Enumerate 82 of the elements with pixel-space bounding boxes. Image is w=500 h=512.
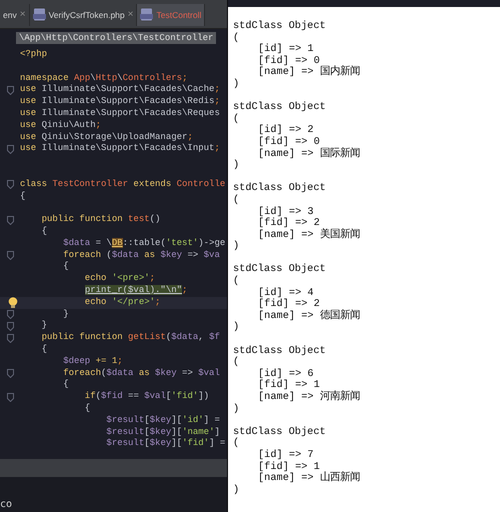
code-line: {	[40, 344, 48, 356]
output-line: )	[233, 322, 240, 334]
fold-icon[interactable]	[6, 368, 14, 378]
code-line: if($fid == $val['fid'])	[84, 391, 210, 403]
code-line: public function getList($data, $f	[40, 332, 220, 344]
code-line: foreach($data as $key => $val	[62, 368, 220, 380]
output-line: [id] => 7	[257, 450, 314, 462]
close-icon[interactable]: ×	[20, 9, 26, 20]
code-line: use Illuminate\Support\Facades\Cache;	[20, 84, 220, 96]
code-line: }	[62, 308, 69, 320]
close-icon[interactable]: ×	[128, 9, 134, 20]
php-file-icon	[140, 8, 154, 22]
output-line: [id] => 4	[257, 288, 314, 299]
output-line: (	[233, 357, 240, 369]
output-line: [name] => 美国新闻	[257, 230, 360, 242]
output-line: [name] => 国内新闻	[257, 67, 360, 79]
code-line: $result[$key]['fid'] =	[105, 438, 226, 450]
code-line: use Illuminate\Support\Facades\Input;	[20, 143, 220, 156]
output-line: [id] => 2	[257, 125, 314, 136]
output-line: )	[233, 160, 240, 172]
output-line: [fid] => 1	[257, 462, 320, 473]
output-line: )	[233, 241, 240, 253]
output-line: stdClass Object	[233, 102, 326, 114]
code-line: use Qiniu\Storage\UploadManager;	[20, 132, 193, 144]
code-line: {	[20, 190, 26, 202]
fold-icon[interactable]	[6, 392, 14, 402]
code-line: <?php	[20, 49, 48, 61]
editor-tab[interactable]: env ×	[0, 4, 30, 26]
fold-icon[interactable]	[6, 216, 14, 225]
fold-icon[interactable]	[6, 144, 14, 154]
code-line: use Illuminate\Support\Facades\Redis;	[20, 96, 220, 108]
output-line: (	[233, 276, 240, 288]
code-line: {	[84, 402, 90, 415]
fold-icon[interactable]	[6, 86, 14, 95]
output-line: stdClass Object	[233, 346, 326, 357]
output-line: [name] => 德国新闻	[257, 310, 360, 322]
output-line: [name] => 山西新闻	[257, 473, 360, 485]
code-line: $data = \DB::table('test')->ge	[62, 238, 226, 250]
output-line: [id] => 1	[257, 44, 314, 56]
lightbulb-icon[interactable]	[8, 296, 18, 308]
output-line: stdClass Object	[233, 264, 326, 276]
php-file-icon	[32, 8, 46, 22]
code-line: class TestController extends Controlle	[20, 178, 226, 191]
code-line: foreach ($data as $key => $va	[62, 250, 220, 262]
code-line: {	[62, 261, 69, 274]
editor-tab[interactable]: VerifyCsrfToken.php ×	[30, 4, 138, 26]
code-line: public function test()	[40, 214, 160, 226]
code-line: echo '<pre>';	[84, 273, 156, 285]
code-line: $result[$key]['id'] =	[105, 414, 220, 426]
output-line: [id] => 6	[257, 368, 314, 380]
output-line: (	[233, 438, 240, 450]
terminal-text: co	[0, 499, 12, 510]
output-line: stdClass Object	[233, 426, 326, 438]
output-line: [fid] => 0	[257, 56, 320, 67]
output-line: (	[233, 194, 240, 206]
code-line: {	[40, 226, 48, 238]
output-line: [fid] => 2	[257, 299, 320, 310]
code-line: print_r($val)."\n";	[84, 284, 188, 297]
code-line: }	[40, 320, 48, 332]
code-line: use Illuminate\Support\Facades\Reques	[20, 108, 220, 120]
code-line: echo '</pre>';	[84, 296, 160, 309]
output-line: [fid] => 1	[257, 380, 320, 392]
output-line: [id] => 3	[257, 206, 314, 218]
code-line: use Qiniu\Auth;	[20, 120, 102, 132]
code-line: $deep += 1;	[62, 356, 123, 368]
output-line: )	[233, 484, 240, 496]
fold-icon[interactable]	[6, 180, 14, 190]
breadcrumb[interactable]: \App\Http\Controllers\TestController	[16, 32, 216, 44]
output-line: )	[233, 78, 240, 91]
code-line: {	[62, 379, 69, 392]
code-line: namespace App\Http\Controllers;	[20, 72, 188, 84]
output-line: stdClass Object	[233, 183, 326, 194]
output-line: [name] => 国际新闻	[257, 148, 360, 160]
output-line: (	[233, 114, 240, 126]
fold-icon[interactable]	[6, 250, 14, 260]
output-line: [name] => 河南新闻	[257, 392, 360, 404]
output-line: (	[233, 32, 240, 44]
output-line: [fid] => 0	[257, 136, 320, 148]
output-line: [fid] => 2	[257, 218, 320, 230]
code-line: $result[$key]['name']	[105, 426, 220, 438]
output-line: )	[233, 404, 240, 416]
output-line: stdClass Object	[233, 21, 326, 32]
